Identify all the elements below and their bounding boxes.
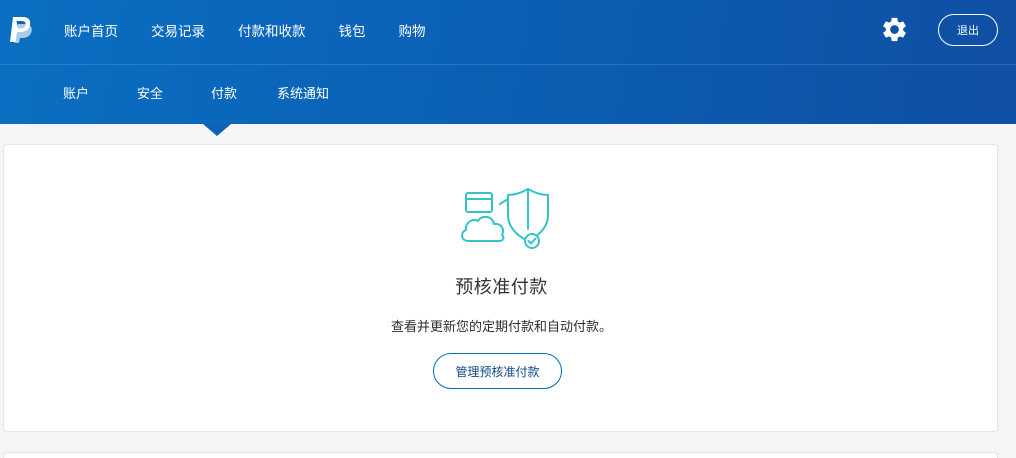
- preapproved-payments-card: 预核准付款 查看并更新您的定期付款和自动付款。 管理预核准付款: [3, 144, 998, 432]
- nav-item-account-home[interactable]: 账户首页: [64, 20, 118, 40]
- nav-item-activity[interactable]: 交易记录: [151, 20, 205, 40]
- top-nav: 账户首页 交易记录 付款和收款 钱包 购物 退出: [0, 0, 1016, 65]
- tab-security[interactable]: 安全: [137, 83, 163, 102]
- manage-preapproved-payments-button[interactable]: 管理预核准付款: [433, 353, 562, 389]
- tab-account[interactable]: 账户: [63, 83, 89, 102]
- tab-payments[interactable]: 付款: [211, 83, 237, 102]
- main-nav: 账户首页 交易记录 付款和收款 钱包 购物: [64, 0, 459, 60]
- card-title: 预核准付款: [455, 277, 548, 298]
- nav-item-wallet[interactable]: 钱包: [339, 20, 366, 40]
- card-description: 查看并更新您的定期付款和自动付款。: [390, 320, 612, 335]
- tab-notifications[interactable]: 系统通知: [277, 83, 329, 102]
- active-tab-indicator: [203, 124, 231, 136]
- cloud-card-shield-icon: [461, 188, 549, 249]
- logout-button[interactable]: 退出: [938, 14, 998, 46]
- paypal-logo-icon[interactable]: [8, 16, 34, 44]
- nav-item-shopping[interactable]: 购物: [399, 20, 426, 40]
- gear-icon[interactable]: [880, 15, 909, 44]
- nav-item-send-request[interactable]: 付款和收款: [238, 20, 306, 40]
- header: 账户首页 交易记录 付款和收款 钱包 购物 退出 账户 安全 付款 系统通知: [0, 0, 1016, 124]
- sub-nav: 账户 安全 付款 系统通知: [0, 66, 1016, 124]
- next-card: [3, 452, 998, 458]
